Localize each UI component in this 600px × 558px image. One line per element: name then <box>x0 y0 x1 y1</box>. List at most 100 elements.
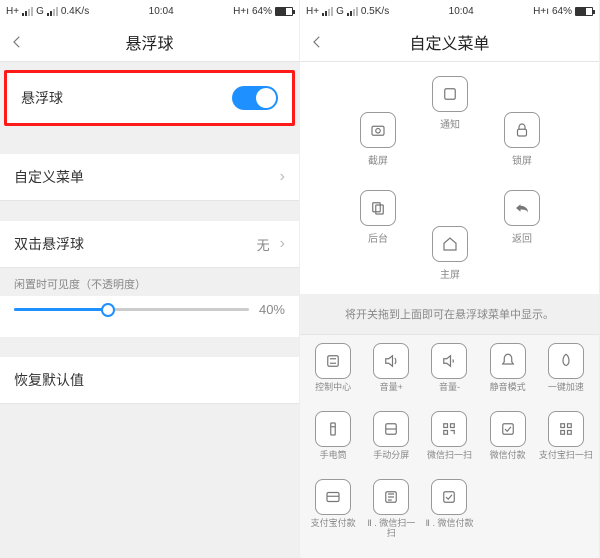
batt-pct: 64% <box>252 6 272 17</box>
row-label: 双击悬浮球 <box>14 234 84 254</box>
camera-icon <box>360 112 396 148</box>
tray-label: 音量- <box>439 383 460 403</box>
home-icon <box>432 226 468 262</box>
tray-item-wx-pay[interactable]: 微信付款 <box>480 411 536 471</box>
tray-item-wx-scan[interactable]: 微信扫一扫 <box>421 411 477 471</box>
net-speed: 0.5K/s <box>361 6 389 17</box>
split-icon <box>373 411 409 447</box>
tray-label: 支付宝付款 <box>311 519 356 539</box>
wx-scan-icon <box>431 411 467 447</box>
tray-label: 控制中心 <box>315 383 351 403</box>
vol-down-icon <box>431 343 467 379</box>
shortcut-tray: 控制中心 音量+ 音量- 静音模式 一键加速手电筒 手动分屏微信扫一扫微信付款支付宝扫一扫… <box>300 334 599 558</box>
tray-item-mute[interactable]: 静音模式 <box>480 343 536 403</box>
radial-item-lock[interactable]: 锁屏 <box>492 112 552 167</box>
tray-label: Ⅱ . 微信扫一扫 <box>363 519 419 539</box>
header: 自定义菜单 <box>300 22 599 62</box>
left-screen: H+ G 0.4K/s 10:04 H+ı 64% 悬浮球 悬浮球 <box>0 0 300 558</box>
tray-item-control-center[interactable]: 控制中心 <box>305 343 361 403</box>
carrier: G <box>336 6 344 17</box>
highlight-frame: 悬浮球 <box>4 70 295 126</box>
ali-scan-icon <box>548 411 584 447</box>
chevron-left-icon <box>8 33 26 51</box>
layers-icon <box>360 190 396 226</box>
tray-label: 静音模式 <box>490 383 526 403</box>
battery-icon <box>275 7 293 16</box>
tray-item-flashlight[interactable]: 手电筒 <box>305 411 361 471</box>
tray-item-vol-up[interactable]: 音量+ <box>363 343 419 403</box>
flashlight-icon <box>315 411 351 447</box>
radial-item-notify[interactable]: 通知 <box>420 76 480 131</box>
hplus-icon: H+ı <box>233 6 249 17</box>
row-double-tap[interactable]: 双击悬浮球 无 › <box>0 221 299 268</box>
clock: 10:04 <box>449 6 474 17</box>
vol-up-icon <box>373 343 409 379</box>
wx-scan2-icon <box>373 479 409 515</box>
wx-pay-icon <box>490 411 526 447</box>
opacity-label: 闲置时可见度（不透明度） <box>0 268 299 296</box>
back-button[interactable] <box>8 22 26 61</box>
header: 悬浮球 <box>0 22 299 62</box>
tray-label: 一键加速 <box>548 383 584 403</box>
wx-pay2-icon <box>431 479 467 515</box>
signal2-icon <box>347 7 358 16</box>
clock: 10:04 <box>149 6 174 17</box>
mute-icon <box>490 343 526 379</box>
batt-pct: 64% <box>552 6 572 17</box>
row-value: 无 <box>257 235 270 254</box>
tray-label: 支付宝扫一扫 <box>539 451 593 471</box>
signal-icon <box>322 7 333 16</box>
row-float-toggle[interactable]: 悬浮球 <box>7 73 292 123</box>
tray-label: 手动分屏 <box>373 451 409 471</box>
boost-icon <box>548 343 584 379</box>
battery-icon <box>575 7 593 16</box>
tray-label: 音量+ <box>380 383 403 403</box>
net-icon: H+ <box>6 6 19 17</box>
lock-icon <box>504 112 540 148</box>
opacity-slider-row: 40% <box>0 296 299 337</box>
ali-pay-icon <box>315 479 351 515</box>
net-speed: 0.4K/s <box>61 6 89 17</box>
radial-item-back[interactable]: 返回 <box>492 190 552 245</box>
tray-item-split[interactable]: 手动分屏 <box>363 411 419 471</box>
row-custom-menu[interactable]: 自定义菜单 › <box>0 154 299 201</box>
tray-item-ali-scan[interactable]: 支付宝扫一扫 <box>538 411 594 471</box>
reply-icon <box>504 190 540 226</box>
tray-item-ali-pay[interactable]: 支付宝付款 <box>305 479 361 539</box>
row-label: 悬浮球 <box>21 88 63 108</box>
control-center-icon <box>315 343 351 379</box>
row-label: 自定义菜单 <box>14 167 84 187</box>
tray-item-boost[interactable]: 一键加速 <box>538 343 594 403</box>
tray-item-wx-scan2[interactable]: Ⅱ . 微信扫一扫 <box>363 479 419 539</box>
notify-icon <box>432 76 468 112</box>
radial-menu: 通知 截屏 锁屏 后台 返回 主屏 <box>300 62 599 294</box>
page-title: 悬浮球 <box>125 30 173 54</box>
tray-label: 微信付款 <box>490 451 526 471</box>
chevron-right-icon: › <box>280 235 285 253</box>
radial-item-recents[interactable]: 后台 <box>348 190 408 245</box>
radial-item-home[interactable]: 主屏 <box>420 226 480 281</box>
tray-item-vol-down[interactable]: 音量- <box>421 343 477 403</box>
row-reset-defaults[interactable]: 恢复默认值 <box>0 357 299 404</box>
back-button[interactable] <box>308 22 326 61</box>
hplus-icon: H+ı <box>533 6 549 17</box>
page-title: 自定义菜单 <box>409 30 489 54</box>
right-screen: H+ G 0.5K/s 10:04 H+ı 64% 自定义菜单 通知 截屏 <box>300 0 600 558</box>
status-bar: H+ G 0.4K/s 10:04 H+ı 64% <box>0 0 299 22</box>
toggle-switch[interactable] <box>232 86 278 110</box>
signal-icon <box>22 7 33 16</box>
drag-hint: 将开关拖到上面即可在悬浮球菜单中显示。 <box>300 294 599 334</box>
net-icon: H+ <box>306 6 319 17</box>
opacity-value: 40% <box>259 302 285 317</box>
row-label: 恢复默认值 <box>14 370 84 390</box>
tray-label: 手电筒 <box>320 451 347 471</box>
signal2-icon <box>47 7 58 16</box>
carrier: G <box>36 6 44 17</box>
tray-item-wx-pay2[interactable]: Ⅱ . 微信付款 <box>421 479 477 539</box>
radial-item-screenshot[interactable]: 截屏 <box>348 112 408 167</box>
opacity-slider[interactable] <box>14 308 249 311</box>
slider-thumb[interactable] <box>101 303 115 317</box>
settings-list: 悬浮球 自定义菜单 › 双击悬浮球 无 › 闲置时可见度（不透明度） 40% <box>0 62 299 404</box>
chevron-left-icon <box>308 33 326 51</box>
chevron-right-icon: › <box>280 168 285 186</box>
